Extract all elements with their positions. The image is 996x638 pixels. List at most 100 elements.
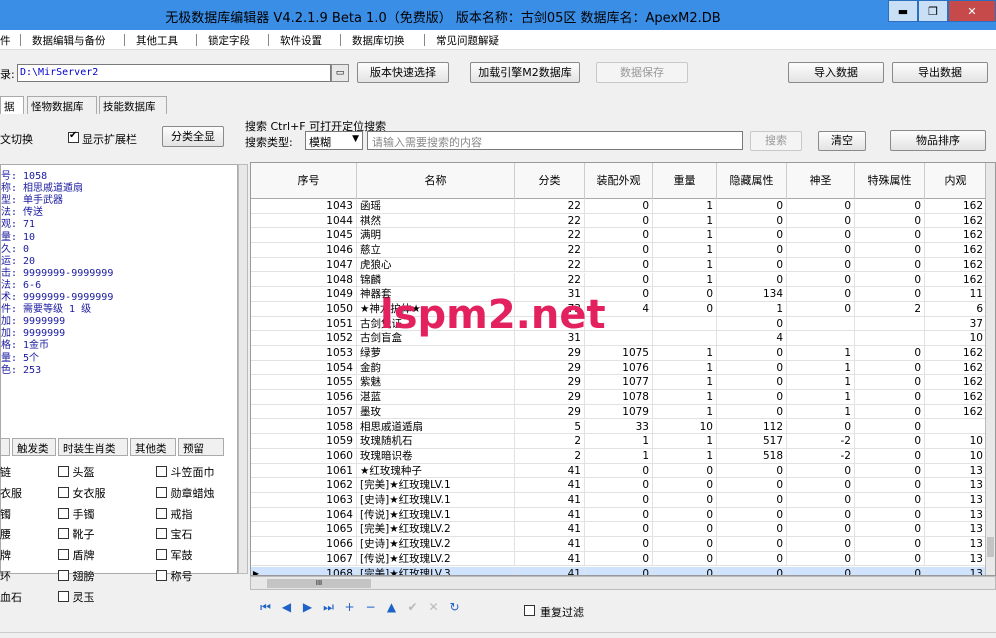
table-row[interactable]: 1066 [史诗]★红玫瑰LV.2 41 0 0 0 0 0 13 — [251, 537, 995, 552]
table-cell[interactable] — [855, 331, 925, 346]
table-cell[interactable]: 0 — [855, 537, 925, 552]
table-cell[interactable]: 1065 — [261, 522, 357, 538]
table-cell[interactable]: 0 — [717, 463, 787, 479]
table-cell[interactable]: [史诗]★红玫瑰LV.1 — [357, 493, 515, 508]
table-cell[interactable]: 0 — [585, 213, 653, 229]
table-cell[interactable]: 1062 — [261, 478, 357, 493]
table-cell[interactable]: 13 — [925, 478, 987, 493]
table-cell[interactable]: 0 — [787, 243, 855, 258]
table-cell[interactable]: 1 — [653, 390, 717, 405]
table-cell[interactable]: 5 — [515, 419, 585, 435]
tab-monster-db[interactable]: 怪物数据库 — [27, 96, 97, 114]
table-row[interactable]: 1065 [完美]★红玫瑰LV.2 41 0 0 0 0 0 13 — [251, 522, 995, 538]
table-cell[interactable]: 1061 — [261, 463, 357, 479]
category-option[interactable]: 灵玉 — [58, 589, 95, 605]
menu-lock-fields[interactable]: 锁定字段 — [208, 33, 250, 48]
table-row[interactable]: 1057 墨玫 29 1079 1 0 1 0 162 — [251, 404, 995, 420]
table-row[interactable]: 1060 玫瑰暗识卷 2 1 1 518 -2 0 10 — [251, 448, 995, 464]
table-cell[interactable]: 0 — [585, 493, 653, 508]
table-cell[interactable]: 10 — [925, 331, 987, 346]
table-cell[interactable]: 1046 — [261, 243, 357, 258]
category-checkbox[interactable] — [58, 590, 69, 602]
save-data-button[interactable]: 数据保存 — [596, 62, 688, 83]
table-cell[interactable]: 0 — [717, 537, 787, 552]
table-cell[interactable]: 37 — [925, 316, 987, 332]
table-cell[interactable]: 1 — [787, 346, 855, 361]
table-cell[interactable]: 湛蓝 — [357, 390, 515, 405]
table-cell[interactable]: 134 — [717, 287, 787, 302]
table-cell[interactable]: 13 — [925, 522, 987, 538]
nav-first-icon[interactable]: ⏮ — [258, 600, 273, 615]
column-header[interactable]: 神圣 — [787, 163, 855, 199]
table-cell[interactable]: 1056 — [261, 390, 357, 405]
table-cell[interactable]: 0 — [855, 375, 925, 391]
table-cell[interactable]: 1045 — [261, 228, 357, 244]
table-cell[interactable]: 41 — [515, 493, 585, 508]
search-input[interactable]: 请输入需要搜索的内容 — [367, 131, 743, 150]
category-option[interactable]: 称号 — [156, 568, 193, 584]
table-cell[interactable]: 0 — [787, 301, 855, 317]
show-ext-checkbox[interactable] — [68, 130, 79, 143]
table-cell[interactable]: 0 — [653, 478, 717, 493]
search-type-select[interactable]: 模糊 ▼ — [305, 131, 363, 150]
table-cell[interactable]: 0 — [653, 522, 717, 538]
table-cell[interactable]: [完美]★红玫瑰LV.3 — [357, 566, 515, 575]
table-cell[interactable]: 1053 — [261, 346, 357, 361]
table-cell[interactable] — [653, 331, 717, 346]
table-cell[interactable]: 1 — [585, 434, 653, 449]
table-cell[interactable]: 22 — [515, 243, 585, 258]
table-cell[interactable]: 1044 — [261, 213, 357, 229]
table-cell[interactable]: 0 — [717, 390, 787, 405]
table-cell[interactable]: 0 — [585, 522, 653, 538]
table-cell[interactable]: 0 — [717, 360, 787, 376]
table-cell[interactable]: 0 — [787, 228, 855, 244]
table-cell[interactable]: 0 — [653, 551, 717, 567]
table-row[interactable]: 1050 ★神龙护体★ 73 4 0 1 0 2 6 — [251, 301, 995, 317]
nav-insert-icon[interactable]: + — [342, 600, 357, 615]
table-cell[interactable]: 0 — [855, 272, 925, 288]
table-cell[interactable]: [完美]★红玫瑰LV.1 — [357, 478, 515, 493]
table-row[interactable]: 1051 古剑凭证 0 37 — [251, 316, 995, 332]
table-cell[interactable]: 0 — [855, 478, 925, 493]
scroll-thumb[interactable]: III — [267, 579, 371, 588]
table-cell[interactable]: 29 — [515, 360, 585, 376]
table-cell[interactable] — [653, 316, 717, 332]
table-cell[interactable]: 13 — [925, 463, 987, 479]
table-cell[interactable]: 0 — [855, 199, 925, 214]
table-cell[interactable]: 1051 — [261, 316, 357, 332]
category-checkbox[interactable] — [58, 570, 69, 581]
table-cell[interactable]: 41 — [515, 522, 585, 538]
table-cell[interactable]: 1060 — [261, 448, 357, 464]
table-cell[interactable]: 1048 — [261, 272, 357, 288]
table-cell[interactable]: 0 — [855, 390, 925, 405]
column-header[interactable]: 隐藏属性 — [717, 163, 787, 199]
table-cell[interactable]: [史诗]★红玫瑰LV.2 — [357, 537, 515, 552]
table-cell[interactable]: 1050 — [261, 301, 357, 317]
table-cell[interactable]: 162 — [925, 228, 987, 244]
clear-button[interactable]: 清空 — [818, 131, 866, 151]
table-cell[interactable]: 相思戚道遁扇 — [357, 419, 515, 435]
table-cell[interactable]: 162 — [925, 243, 987, 258]
column-header[interactable]: 名称 — [357, 163, 515, 199]
table-cell[interactable]: 162 — [925, 375, 987, 391]
table-row[interactable]: 1044 祺然 22 0 1 0 0 0 162 — [251, 213, 995, 229]
category-checkbox[interactable] — [156, 507, 167, 519]
cat-tab-fashion[interactable]: 时装生肖类 — [58, 438, 128, 456]
table-cell[interactable]: 0 — [585, 199, 653, 214]
table-cell[interactable]: 0 — [855, 448, 925, 464]
table-cell[interactable]: 518 — [717, 448, 787, 464]
table-cell[interactable]: 0 — [855, 551, 925, 567]
table-cell[interactable]: 0 — [585, 566, 653, 575]
cat-tab-other[interactable]: 其他类 — [130, 438, 176, 456]
table-cell[interactable]: 1 — [653, 448, 717, 464]
table-cell[interactable]: 0 — [855, 243, 925, 258]
table-cell[interactable]: 162 — [925, 404, 987, 420]
category-checkbox[interactable] — [58, 528, 69, 540]
table-cell[interactable]: 162 — [925, 257, 987, 273]
category-option[interactable]: 靴子 — [58, 526, 95, 542]
table-row[interactable]: 1045 满明 22 0 1 0 0 0 162 — [251, 228, 995, 244]
category-option[interactable]: 斗笠面巾 — [156, 464, 215, 480]
column-header[interactable]: 分类 — [515, 163, 585, 199]
category-checkbox[interactable] — [58, 466, 69, 477]
table-cell[interactable]: 0 — [717, 257, 787, 273]
